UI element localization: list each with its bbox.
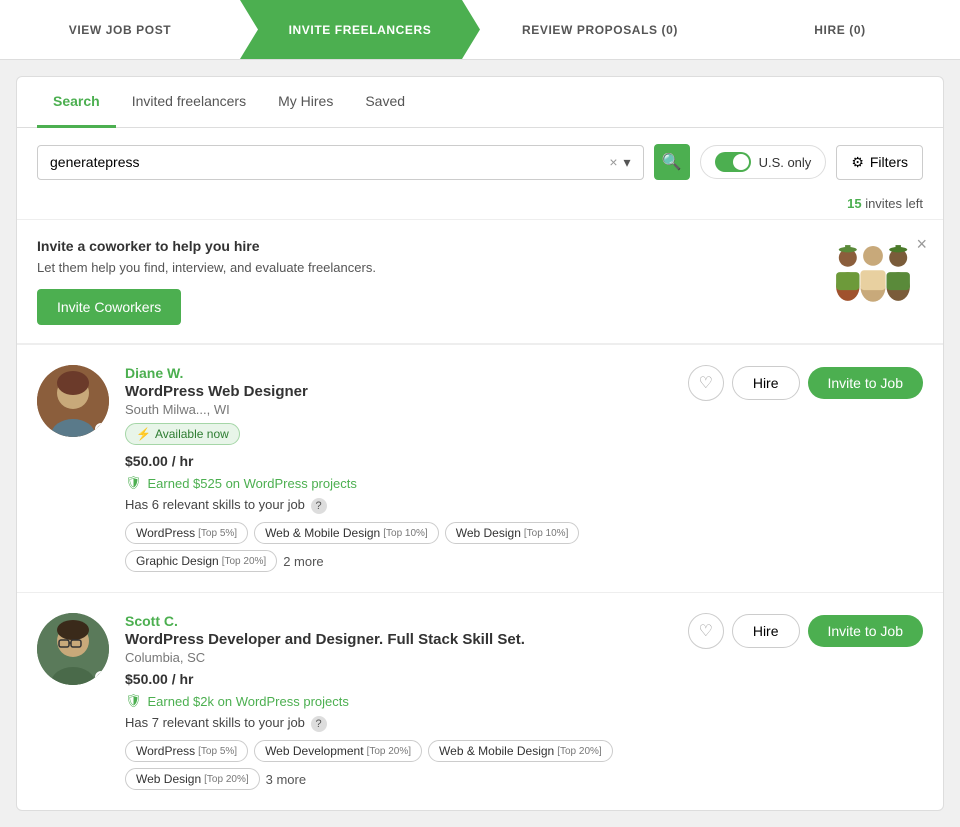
skills-text: Has 6 relevant skills to your job ? [125, 497, 672, 514]
progress-bar: View Job Post Invite Freelancers Review … [0, 0, 960, 60]
freelancer-location: South Milwa..., WI [125, 402, 672, 417]
freelancer-rate: $50.00 / hr [125, 453, 672, 469]
more-skills[interactable]: 3 more [266, 772, 306, 787]
filters-button[interactable]: ⚙ Filters [836, 145, 923, 180]
skills-tags: WordPress [Top 5%] Web & Mobile Design [T… [125, 522, 672, 572]
step-hire[interactable]: Hire (0) [720, 0, 960, 59]
shield-icon: 🛡 [125, 693, 142, 709]
tab-search[interactable]: Search [37, 77, 116, 128]
card-actions-scott-c: ♡ Hire Invite to Job [688, 613, 923, 790]
freelancer-rate: $50.00 / hr [125, 671, 672, 687]
freelancer-earned[interactable]: 🛡 Earned $525 on WordPress projects [125, 475, 672, 491]
search-area: × ▾ 🔍 U.S. only ⚙ Filters [17, 128, 943, 196]
skill-tag[interactable]: Web & Mobile Design [Top 20%] [428, 740, 613, 762]
dropdown-icon[interactable]: ▾ [624, 154, 631, 171]
skill-rank: [Top 5%] [198, 746, 237, 757]
freelancer-earned[interactable]: 🛡 Earned $2k on WordPress projects [125, 693, 672, 709]
banner-description: Let them help you find, interview, and e… [37, 260, 803, 275]
action-buttons: ♡ Hire Invite to Job [688, 365, 923, 401]
freelancer-title: WordPress Web Designer [125, 383, 672, 400]
help-icon[interactable]: ? [311, 498, 327, 514]
skill-rank: [Top 5%] [198, 528, 237, 539]
skill-tag[interactable]: Graphic Design [Top 20%] [125, 550, 277, 572]
freelancer-location: Columbia, SC [125, 650, 672, 665]
freelancer-info-scott-c: Scott C. WordPress Developer and Designe… [125, 613, 672, 790]
available-badge: ⚡ Available now [125, 423, 240, 445]
coworker-banner: Invite a coworker to help you hire Let t… [17, 219, 943, 344]
tab-invited-freelancers[interactable]: Invited freelancers [116, 77, 262, 128]
main-content: Search Invited freelancers My Hires Save… [0, 60, 960, 827]
skill-rank: [Top 20%] [204, 774, 248, 785]
search-button[interactable]: 🔍 [654, 144, 690, 180]
save-button[interactable]: ♡ [688, 613, 724, 649]
skill-tag[interactable]: WordPress [Top 5%] [125, 522, 248, 544]
action-buttons: ♡ Hire Invite to Job [688, 613, 923, 649]
shield-icon: 🛡 [125, 475, 142, 491]
invite-to-job-button[interactable]: Invite to Job [808, 615, 924, 647]
us-only-label: U.S. only [759, 155, 812, 170]
step-view-job-post[interactable]: View Job Post [0, 0, 240, 59]
step-review-proposals[interactable]: Review Proposals (0) [480, 0, 720, 59]
clear-icon[interactable]: × [609, 154, 617, 170]
hire-button[interactable]: Hire [732, 366, 800, 400]
tab-saved[interactable]: Saved [349, 77, 421, 128]
step-invite-freelancers[interactable]: Invite Freelancers [240, 0, 480, 59]
skill-rank: [Top 10%] [383, 528, 427, 539]
tab-bar: Search Invited freelancers My Hires Save… [17, 77, 943, 128]
skill-rank: [Top 20%] [557, 746, 601, 757]
us-only-toggle-area: U.S. only [700, 145, 827, 179]
invite-coworkers-button[interactable]: Invite Coworkers [37, 289, 181, 325]
filter-icon: ⚙ [851, 154, 864, 171]
skills-tags: WordPress [Top 5%] Web Development [Top 2… [125, 740, 672, 790]
freelancer-list: Diane W. WordPress Web Designer South Mi… [17, 344, 943, 810]
freelancer-title: WordPress Developer and Designer. Full S… [125, 631, 672, 648]
us-only-toggle[interactable] [715, 152, 751, 172]
freelancer-name[interactable]: Scott C. [125, 613, 672, 629]
avatar-scott-c [37, 613, 109, 685]
skills-text: Has 7 relevant skills to your job ? [125, 715, 672, 732]
skill-tag[interactable]: Web Design [Top 20%] [125, 768, 260, 790]
search-icon: 🔍 [662, 152, 682, 172]
freelancer-info-diane-w: Diane W. WordPress Web Designer South Mi… [125, 365, 672, 572]
banner-content: Invite a coworker to help you hire Let t… [37, 238, 803, 325]
card-actions-diane-w: ♡ Hire Invite to Job [688, 365, 923, 572]
lightning-icon: ⚡ [136, 427, 151, 441]
online-dot [95, 423, 107, 435]
skill-tag[interactable]: Web & Mobile Design [Top 10%] [254, 522, 439, 544]
skill-tag[interactable]: Web Design [Top 10%] [445, 522, 580, 544]
avatar-diane-w [37, 365, 109, 437]
skill-rank: [Top 20%] [367, 746, 411, 757]
freelancer-card-scott-c: Scott C. WordPress Developer and Designe… [17, 592, 943, 810]
more-skills[interactable]: 2 more [283, 554, 323, 569]
freelancer-name[interactable]: Diane W. [125, 365, 672, 381]
online-dot [95, 671, 107, 683]
search-input[interactable] [50, 154, 603, 170]
skill-tag[interactable]: Web Development [Top 20%] [254, 740, 422, 762]
skill-rank: [Top 10%] [524, 528, 568, 539]
invites-left: 15 invites left [17, 196, 943, 219]
save-button[interactable]: ♡ [688, 365, 724, 401]
banner-title: Invite a coworker to help you hire [37, 238, 803, 254]
main-card: Search Invited freelancers My Hires Save… [16, 76, 944, 811]
tab-my-hires[interactable]: My Hires [262, 77, 349, 128]
invite-to-job-button[interactable]: Invite to Job [808, 367, 924, 399]
close-icon[interactable]: × [916, 234, 927, 255]
skill-tag[interactable]: WordPress [Top 5%] [125, 740, 248, 762]
banner-illustration [823, 238, 923, 308]
freelancer-card-diane-w: Diane W. WordPress Web Designer South Mi… [17, 344, 943, 592]
help-icon[interactable]: ? [311, 716, 327, 732]
skill-rank: [Top 20%] [222, 556, 266, 567]
search-box: × ▾ [37, 145, 644, 180]
hire-button[interactable]: Hire [732, 614, 800, 648]
